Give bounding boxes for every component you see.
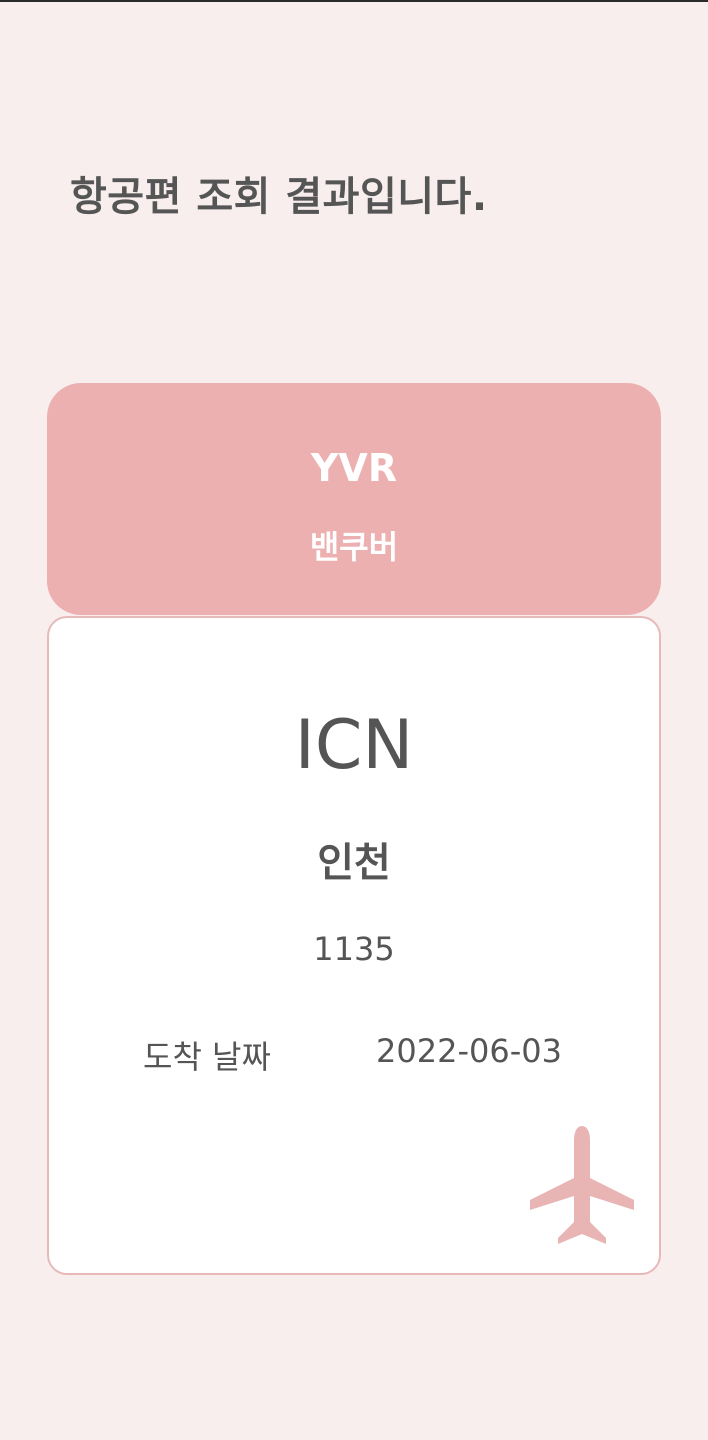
origin-city: 밴쿠버 xyxy=(309,528,399,566)
page-title: 항공편 조회 결과입니다. xyxy=(70,174,488,220)
arrival-date-value: 2022-06-03 xyxy=(376,1032,562,1070)
airplane-icon xyxy=(530,1126,634,1244)
flight-number: 1135 xyxy=(313,930,395,968)
destination-code: ICN xyxy=(294,706,414,785)
destination-city: 인천 xyxy=(317,840,391,886)
origin-code: YVR xyxy=(310,446,398,490)
arrival-date-label: 도착 날짜 xyxy=(143,1038,271,1076)
top-border xyxy=(0,0,708,2)
origin-card xyxy=(47,383,661,615)
